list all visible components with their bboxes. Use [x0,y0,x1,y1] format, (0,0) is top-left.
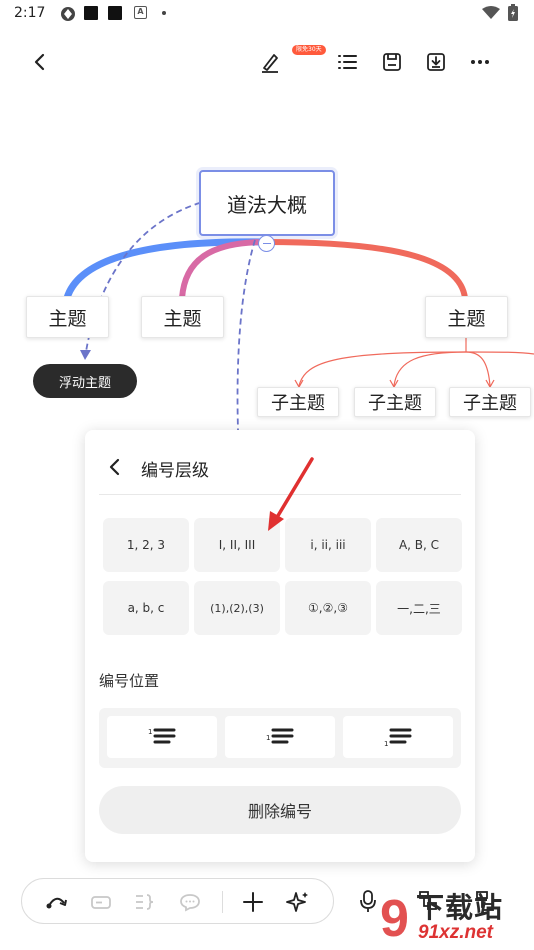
watermark: 9 下载站 91xz.net [378,886,534,950]
numbering-option[interactable]: a, b, c [103,581,189,635]
tag-icon [91,896,111,909]
status-time: 2:17 [14,5,46,21]
sparkle-icon [286,892,308,912]
microphone-icon [360,890,376,912]
svg-text:9: 9 [380,890,409,946]
svg-text:1: 1 [266,734,270,742]
floating-topic[interactable]: 浮动主题 [33,364,137,398]
export-button[interactable] [422,48,450,76]
relationship-button[interactable] [44,889,70,915]
plus-icon [243,892,263,912]
wifi-icon [482,6,500,19]
battery-icon [508,4,518,21]
top-toolbar [0,40,534,84]
notification-icon [108,6,122,20]
more-button[interactable] [466,48,494,76]
svg-text:1: 1 [148,728,152,736]
comment-icon [180,894,200,912]
delete-numbering-button[interactable]: 删除编号 [99,786,461,834]
outline-button[interactable] [333,48,361,76]
numbering-option[interactable]: 1, 2, 3 [103,518,189,572]
topic-node[interactable]: 主题 [26,296,109,338]
add-topic-button[interactable] [240,889,266,915]
watermark-text: 下载站 [416,892,504,923]
style-button[interactable] [256,48,284,76]
list-icon [338,55,357,69]
chevron-left-icon [34,53,45,71]
topic-node[interactable]: 主题 [141,296,224,338]
number-bottom-align-icon: 1 [384,728,412,748]
branch-line-pink [179,239,269,301]
summary-button[interactable] [132,889,158,915]
position-option-left[interactable]: 1 [107,716,217,758]
chevron-left-icon [109,458,120,476]
comment-button[interactable] [177,889,203,915]
panel-back-button[interactable] [103,455,127,479]
toolbar-divider [222,891,223,913]
app-logo-icon [61,7,75,21]
back-button[interactable] [26,48,54,76]
watermark-logo: 9 [380,890,409,946]
central-topic[interactable]: 道法大概 [199,170,335,236]
download-icon [427,53,445,71]
subtopic-node[interactable]: 子主题 [354,387,436,417]
ai-button[interactable] [285,889,311,915]
notification-icon: A [134,6,147,19]
branch-line-red [263,239,468,301]
brush-icon [262,54,278,73]
relation-line [236,239,256,431]
vip-badge: 限免30天 [292,45,326,55]
panel-title: 编号层级 [141,461,209,481]
numbering-option[interactable]: (1),(2),(3) [194,581,280,635]
more-notifications-dot-icon [162,11,166,15]
position-option-bottom[interactable]: 1 [343,716,453,758]
save-icon [383,53,401,71]
numbering-option[interactable]: ①,②,③ [285,581,371,635]
notification-icon [84,6,98,20]
more-horizontal-icon [471,60,489,64]
number-left-align-icon: 1 [148,728,176,744]
number-middle-align-icon: 1 [266,728,294,744]
numbering-position-label: 编号位置 [99,672,160,690]
label-button[interactable] [88,889,114,915]
summary-brace-icon [136,894,154,910]
topic-node[interactable]: 主题 [425,296,508,338]
annotation-arrow [268,457,314,531]
position-option-middle[interactable]: 1 [225,716,335,758]
subtopic-node[interactable]: 子主题 [449,387,531,417]
subtopic-node[interactable]: 子主题 [257,387,339,417]
numbering-position-group: 1 1 1 [99,708,461,768]
svg-text:1: 1 [384,740,388,748]
bottom-toolbar [21,878,334,924]
watermark-url: 91xz.net [418,922,493,943]
numbering-option[interactable]: A, B, C [376,518,462,572]
status-bar: 2:17 A [0,0,534,28]
collapse-button[interactable] [258,235,275,252]
branch-line-blue [63,238,270,302]
numbering-option[interactable]: 一,二,三 [376,581,462,635]
relation-arrow [80,350,91,360]
relation-curve-icon [46,897,67,909]
sub-branch-lines [294,338,534,389]
save-button[interactable] [378,48,406,76]
